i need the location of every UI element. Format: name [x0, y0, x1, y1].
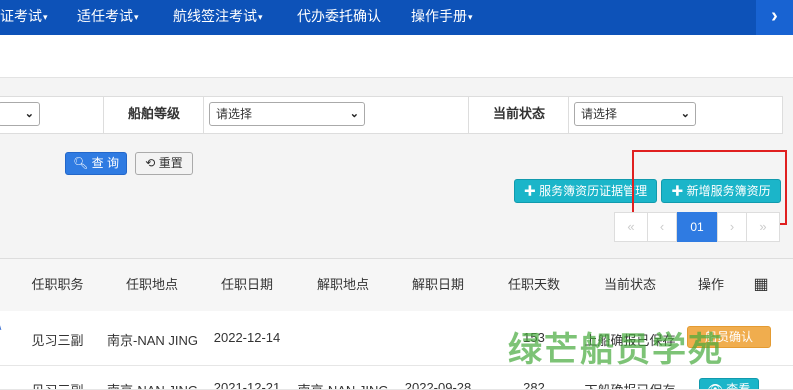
caret-down-icon: ▾: [43, 12, 48, 22]
col-start-date[interactable]: 任职日期: [203, 259, 291, 311]
search-icon: 🔍︎: [73, 156, 89, 170]
grade-label: 船舶等级: [127, 106, 180, 121]
pager-prev[interactable]: ‹: [647, 212, 677, 242]
page-header-band: [0, 35, 793, 78]
query-button[interactable]: 🔍︎ 查 询: [65, 152, 127, 175]
status-label: 当前状态: [492, 106, 545, 121]
cell-start-date: 2022-12-14: [213, 330, 281, 345]
cell-position: 见习三副: [31, 333, 84, 348]
reset-button[interactable]: ⟲ 重置: [135, 152, 193, 175]
col-end-date[interactable]: 解职日期: [393, 259, 483, 311]
nav-item-label: 适任考试: [77, 8, 133, 24]
chevron-down-icon: ⌄: [349, 108, 359, 120]
column-toggle-grid-icon[interactable]: ▦: [748, 259, 774, 311]
status-select[interactable]: 请选择 ⌄: [574, 102, 696, 126]
top-nav: 证考试▾ 适任考试▾ 航线签注考试▾ 代办委托确认 操作手册▾ ›: [0, 0, 793, 35]
first-select[interactable]: ⌄: [0, 102, 40, 126]
col-position[interactable]: 任职职务: [15, 259, 100, 311]
nav-item-label: 操作手册: [411, 8, 467, 24]
table-header: 任职职务 任职地点 任职日期 解职地点 解职日期 任职天数 当前状态 操作 ▦: [0, 258, 793, 312]
col-status[interactable]: 当前状态: [584, 259, 676, 311]
chevron-down-icon: ⌄: [24, 108, 34, 120]
grade-select-cell: 请选择 ⌄: [203, 97, 469, 133]
col-place[interactable]: 任职地点: [107, 259, 197, 311]
nav-item-manual[interactable]: 操作手册▾: [411, 0, 473, 35]
nav-item-label: 代办委托确认: [297, 8, 381, 24]
col-end-place[interactable]: 解职地点: [297, 259, 389, 311]
nav-item-competency-exam[interactable]: 适任考试▾: [77, 0, 139, 35]
pager-next[interactable]: ›: [717, 212, 747, 242]
pager-last[interactable]: »: [746, 212, 780, 242]
status-select-cell: 请选择 ⌄: [568, 97, 783, 133]
row-link-icon[interactable]: \: [0, 319, 1, 333]
caret-down-icon: ▾: [134, 12, 139, 22]
nav-item-proxy-confirm[interactable]: 代办委托确认: [297, 0, 381, 35]
caret-down-icon: ▾: [258, 12, 263, 22]
caret-down-icon: ▾: [468, 12, 473, 22]
select-value: 请选择: [581, 107, 618, 121]
watermark: 绿芒船员学苑: [508, 330, 724, 370]
evidence-label: 服务簿资历证据管理: [539, 184, 648, 198]
status-label-cell: 当前状态: [468, 97, 569, 133]
filter-bar: ⌄ 船舶等级 请选择 ⌄ 当前状态 请选择 ⌄: [0, 96, 783, 134]
grade-select[interactable]: 请选择 ⌄: [209, 102, 365, 126]
select-value: 请选择: [216, 107, 253, 121]
pager-current[interactable]: 01: [677, 212, 717, 242]
reset-label: 重置: [158, 156, 183, 170]
col-days[interactable]: 任职天数: [490, 259, 578, 311]
col-action: 操作: [697, 277, 724, 292]
grade-label-cell: 船舶等级: [103, 97, 204, 133]
nav-item-label: 航线签注考试: [173, 8, 257, 24]
nav-item-certificate-exam[interactable]: 证考试▾: [0, 0, 48, 35]
chevron-down-icon: ⌄: [680, 108, 690, 120]
view-button[interactable]: 👁︎ 查看: [699, 378, 759, 389]
pager-first[interactable]: «: [614, 212, 648, 242]
refresh-icon: ⟲: [145, 156, 156, 170]
nav-item-route-endorsement-exam[interactable]: 航线签注考试▾: [173, 0, 263, 35]
plus-icon: ✚: [523, 184, 536, 198]
query-label: 查 询: [91, 156, 119, 170]
chevron-right-icon[interactable]: ›: [756, 0, 793, 35]
nav-item-label: 证考试: [0, 8, 42, 24]
cell-place: 南京-NAN JING: [107, 333, 199, 348]
